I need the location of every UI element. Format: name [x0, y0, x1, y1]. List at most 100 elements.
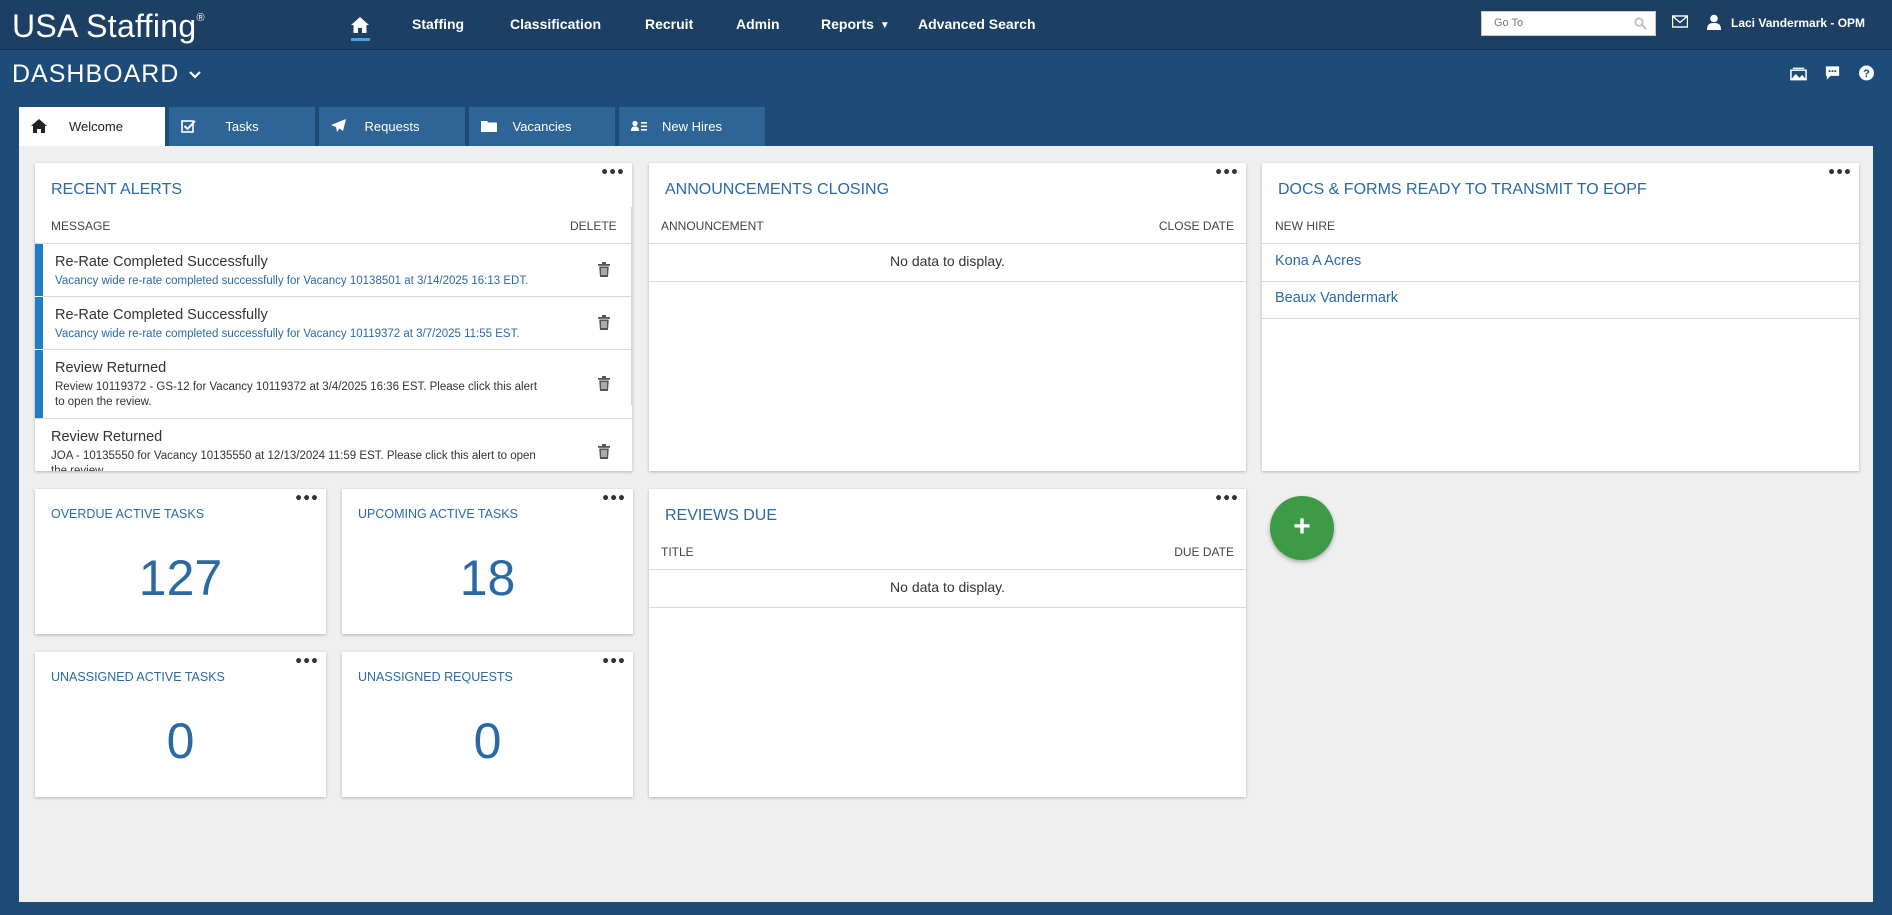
trash-icon[interactable]	[598, 444, 610, 459]
count-value: 127	[138, 550, 223, 606]
goto-search-input[interactable]: Go To	[1481, 11, 1656, 36]
column-header-due-date: DUE DATE	[1174, 545, 1234, 559]
alert-description[interactable]: Vacancy wide re-rate completed successfu…	[55, 327, 555, 342]
new-hire-link[interactable]: Beaux Vandermark	[1275, 290, 1398, 306]
divider	[1262, 243, 1859, 244]
column-header-close-date: CLOSE DATE	[1158, 219, 1234, 233]
divider	[649, 569, 1246, 570]
overdue-tasks-card[interactable]: OVERDUE ACTIVE TASKS ••• 127	[35, 489, 326, 634]
empty-state-message: No data to display.	[890, 579, 1005, 595]
tab-new-hires[interactable]: New Hires	[619, 107, 765, 146]
more-options-icon[interactable]: •••	[294, 491, 319, 507]
add-widget-button[interactable]: +	[1270, 496, 1334, 560]
divider	[1262, 318, 1859, 319]
user-name-menu[interactable]: Laci Vandermark - OPM	[1731, 16, 1865, 30]
active-nav-indicator	[351, 38, 370, 41]
column-header-announcement: ANNOUNCEMENT	[661, 219, 764, 233]
help-icon[interactable]: ?	[1858, 65, 1875, 81]
docs-forms-card: DOCS & FORMS READY TO TRANSMIT TO EOPF •…	[1262, 163, 1859, 471]
scrollbar[interactable]	[631, 207, 632, 405]
more-options-icon[interactable]: •••	[1214, 165, 1239, 181]
alert-item[interactable]: Review Returned Review 10119372 - GS-12 …	[35, 350, 629, 418]
more-options-icon[interactable]: •••	[294, 654, 319, 670]
chevron-down-icon[interactable]	[188, 70, 202, 80]
alert-item[interactable]: Review Returned JOA - 10135550 for Vacan…	[35, 419, 629, 471]
tab-welcome[interactable]: Welcome	[19, 107, 165, 146]
divider	[1262, 281, 1859, 282]
nav-staffing[interactable]: Staffing	[412, 16, 464, 32]
alert-item[interactable]: Re-Rate Completed Successfully Vacancy w…	[35, 297, 629, 349]
more-options-icon[interactable]: •••	[1827, 165, 1852, 181]
nav-reports-label: Reports	[821, 16, 874, 32]
nav-reports[interactable]: Reports ▼	[821, 16, 890, 32]
tab-vacancies[interactable]: Vacancies	[469, 107, 615, 146]
empty-state-message: No data to display.	[890, 253, 1005, 269]
tab-label: Vacancies	[512, 119, 572, 134]
announcements-closing-card: ANNOUNCEMENTS CLOSING ••• ANNOUNCEMENT C…	[649, 163, 1246, 471]
more-options-icon[interactable]: •••	[601, 491, 626, 507]
mail-icon[interactable]	[1672, 15, 1688, 28]
alert-description: Review 10119372 - GS-12 for Vacancy 1011…	[55, 381, 538, 408]
app-logo[interactable]: USA Staffing®	[12, 8, 205, 45]
unread-indicator	[35, 244, 43, 296]
card-title: DOCS & FORMS READY TO TRANSMIT TO EOPF	[1278, 181, 1647, 198]
card-title: OVERDUE ACTIVE TASKS	[51, 507, 205, 521]
alert-item[interactable]: Re-Rate Completed Successfully Vacancy w…	[35, 244, 629, 296]
card-title: ANNOUNCEMENTS CLOSING	[665, 181, 890, 198]
user-icon[interactable]	[1707, 14, 1721, 30]
upcoming-tasks-card[interactable]: UPCOMING ACTIVE TASKS ••• 18	[342, 489, 633, 634]
search-icon[interactable]	[1634, 17, 1647, 30]
column-header-new-hire: NEW HIRE	[1275, 219, 1335, 233]
trash-icon[interactable]	[598, 315, 610, 330]
card-title: UNASSIGNED REQUESTS	[358, 670, 513, 684]
column-header-delete: DELETE	[570, 219, 617, 233]
count-value: 0	[473, 713, 502, 769]
recent-alerts-card: RECENT ALERTS ••• MESSAGE DELETE Re-Rate…	[35, 163, 632, 471]
tab-label: New Hires	[662, 119, 722, 134]
tab-label: Requests	[364, 119, 420, 134]
top-navigation-bar: USA Staffing® Staffing Classification Re…	[0, 0, 1892, 50]
unassigned-requests-card[interactable]: UNASSIGNED REQUESTS ••• 0	[342, 652, 633, 797]
tab-label: Tasks	[225, 119, 259, 134]
divider	[649, 281, 1246, 282]
more-options-icon[interactable]: •••	[601, 654, 626, 670]
unread-indicator	[35, 350, 43, 418]
comment-icon[interactable]	[1824, 65, 1841, 81]
nav-recruit[interactable]: Recruit	[645, 16, 693, 32]
alert-title: Re-Rate Completed Successfully	[55, 254, 268, 270]
nav-classification[interactable]: Classification	[510, 16, 601, 32]
alert-title: Review Returned	[55, 360, 167, 376]
alert-title: Review Returned	[51, 429, 163, 445]
card-title: UPCOMING ACTIVE TASKS	[358, 507, 518, 521]
home-icon[interactable]	[350, 14, 370, 36]
card-title: RECENT ALERTS	[51, 181, 183, 198]
alert-title: Re-Rate Completed Successfully	[55, 307, 268, 323]
svg-text:?: ?	[1863, 68, 1870, 80]
tab-requests[interactable]: Requests	[319, 107, 465, 146]
tab-tasks[interactable]: Tasks	[169, 107, 315, 146]
alert-description[interactable]: Vacancy wide re-rate completed successfu…	[55, 274, 555, 289]
reviews-due-card: REVIEWS DUE ••• TITLE DUE DATE No data t…	[649, 489, 1246, 797]
page-title: DASHBOARD	[12, 60, 180, 88]
trash-icon[interactable]	[598, 376, 610, 391]
divider	[649, 243, 1246, 244]
home-icon	[31, 119, 47, 133]
nav-admin[interactable]: Admin	[736, 16, 780, 32]
count-value: 0	[166, 713, 195, 769]
chevron-down-icon: ▼	[879, 20, 890, 31]
card-title: UNASSIGNED ACTIVE TASKS	[51, 670, 225, 684]
unread-indicator	[35, 297, 43, 349]
goto-placeholder: Go To	[1494, 17, 1524, 29]
unassigned-tasks-card[interactable]: UNASSIGNED ACTIVE TASKS ••• 0	[35, 652, 326, 797]
new-hire-link[interactable]: Kona A Acres	[1275, 253, 1361, 269]
more-options-icon[interactable]: •••	[600, 165, 625, 181]
column-header-message: MESSAGE	[51, 219, 111, 233]
tab-label: Welcome	[69, 119, 123, 134]
trash-icon[interactable]	[598, 262, 610, 277]
column-header-title: TITLE	[661, 545, 694, 559]
more-options-icon[interactable]: •••	[1214, 491, 1239, 507]
dashboard-gallery-icon[interactable]	[1790, 65, 1807, 81]
nav-advanced-search[interactable]: Advanced Search	[918, 16, 1036, 32]
card-title: REVIEWS DUE	[665, 507, 778, 524]
count-value: 18	[459, 550, 516, 606]
